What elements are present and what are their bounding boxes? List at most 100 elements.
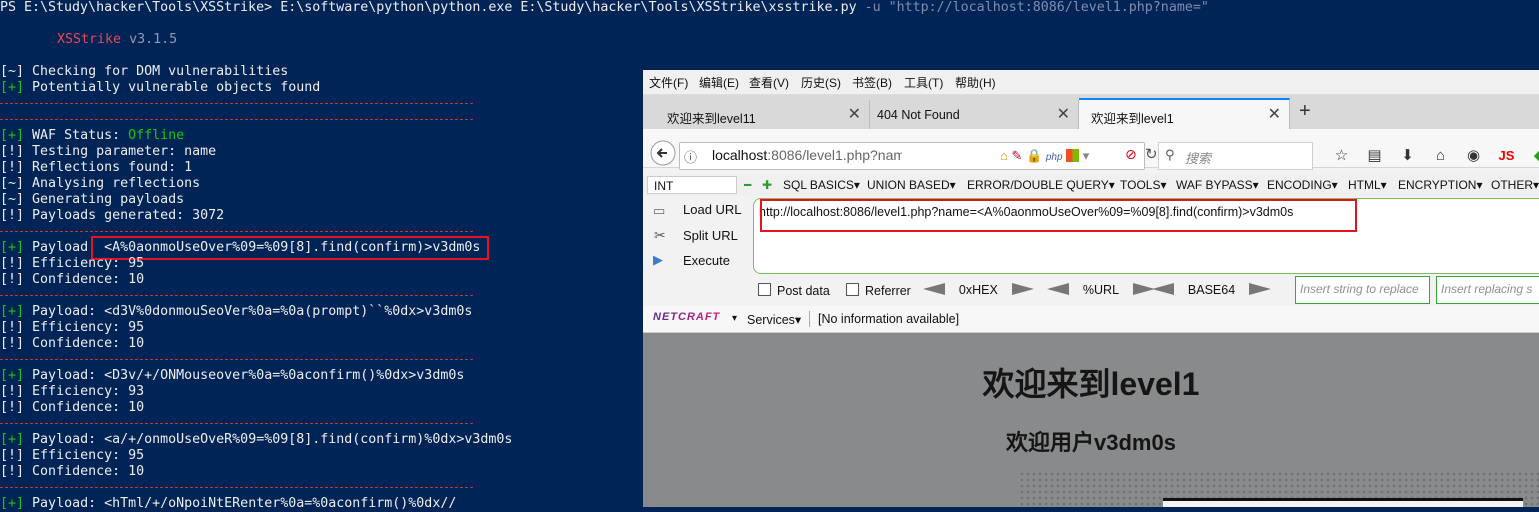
insert-string-input[interactable]: Insert string to replace [1295, 276, 1430, 304]
url-highlight-box [760, 199, 1357, 232]
download-icon[interactable]: ⬇ [1391, 146, 1424, 164]
log-line: [~] Generating payloads [0, 192, 185, 207]
home-button-icon[interactable]: ⌂ [1424, 147, 1457, 164]
netcraft-toolbar: NETCRAFT ▾ Services▾ [No information ava… [643, 306, 1539, 333]
page-heading: 欢迎来到level1 [982, 366, 1200, 402]
menu-help[interactable]: 帮助(H) [955, 74, 996, 91]
url-rest: :8086/level1.php?name=<A [767, 147, 902, 163]
hackbar-menu-tools[interactable]: TOOLS▾ [1120, 178, 1166, 192]
log-line: [+] Potentially vulnerable objects found [0, 80, 321, 95]
tab-level1[interactable]: 欢迎来到level1 ✕ [1079, 98, 1290, 129]
netcraft-logo[interactable]: NETCRAFT [653, 311, 720, 323]
back-icon[interactable] [650, 140, 676, 166]
hackbar-menu-other[interactable]: OTHER▾ [1491, 178, 1539, 192]
xsstrike-banner: XSStrike v3.1.5 [57, 32, 178, 47]
lock-icon[interactable]: 🔒 [1026, 148, 1042, 163]
log-line: [+] WAF Status: Offline [0, 128, 185, 143]
payload-line: [+] Payload: <hTml/+/oNpoiNtERenter%0a=%… [0, 496, 457, 511]
separator [0, 359, 473, 360]
hex-decode-arrow-icon[interactable] [923, 283, 945, 295]
base64-decode-arrow-icon[interactable] [1152, 283, 1174, 295]
hackbar-menu-html[interactable]: HTML▾ [1348, 178, 1387, 192]
log-line: [!] Reflections found: 1 [0, 160, 193, 175]
services-menu[interactable]: Services▾ [747, 312, 801, 327]
separator [0, 119, 473, 120]
url-bar[interactable]: ⓘ localhost:8086/level1.php?name=<A ⌂ ✎ … [679, 142, 1145, 170]
toolbar-icons: ☆▤⬇⌂◉JS◆ [1325, 146, 1539, 164]
confidence-line: [!] Confidence: 10 [0, 400, 145, 415]
close-tab-icon[interactable]: ✕ [848, 104, 861, 124]
hackbar-menu-union[interactable]: UNION BASED▾ [867, 178, 956, 192]
menu-tools[interactable]: 工具(T) [904, 74, 943, 91]
confidence-line: [!] Confidence: 10 [0, 464, 145, 479]
efficiency-line: [!] Efficiency: 95 [0, 448, 145, 463]
extension-icon[interactable]: ◆ [1523, 146, 1539, 164]
dropdown-icon[interactable]: ▾ [1083, 148, 1090, 163]
url-decode-arrow-icon[interactable] [1047, 283, 1069, 295]
reload-icon[interactable]: ↻ [1145, 145, 1158, 163]
reading-list-icon[interactable]: ▤ [1358, 146, 1391, 164]
execute-button[interactable]: Execute [683, 253, 730, 268]
menu-edit[interactable]: 编辑(E) [699, 74, 739, 91]
info-icon[interactable]: ⓘ [684, 147, 697, 166]
tab-bar: 欢迎来到level11 ✕ 404 Not Found ✕ 欢迎来到level1… [643, 95, 1539, 129]
tab-level11[interactable]: 欢迎来到level11 ✕ [655, 100, 870, 129]
divider [809, 311, 810, 327]
windows-icon[interactable] [1066, 149, 1080, 162]
load-url-button[interactable]: Load URL [683, 202, 742, 217]
tab-404[interactable]: 404 Not Found ✕ [869, 100, 1079, 129]
referrer-label: Referrer [865, 284, 911, 298]
close-tab-icon[interactable]: ✕ [1057, 104, 1070, 124]
hackbar-menu-encoding[interactable]: ENCODING▾ [1267, 178, 1338, 192]
hackbar-menu-error[interactable]: ERROR/DOUBLE QUERY▾ [967, 178, 1115, 192]
addon-icon[interactable]: ◉ [1457, 146, 1490, 164]
efficiency-line: [!] Efficiency: 95 [0, 256, 145, 271]
menu-file[interactable]: 文件(F) [649, 74, 688, 91]
new-tab-icon[interactable]: + [1299, 100, 1311, 123]
search-icon: ⚲ [1165, 147, 1175, 162]
base64-encode-arrow-icon[interactable] [1249, 283, 1272, 295]
post-data-checkbox[interactable] [758, 283, 771, 296]
firefox-window: 文件(F) 编辑(E) 查看(V) 历史(S) 书签(B) 工具(T) 帮助(H… [643, 70, 1539, 507]
tab-title: 欢迎来到level1 [1091, 112, 1174, 126]
hackbar-menu-waf[interactable]: WAF BYPASS▾ [1176, 178, 1259, 192]
close-tab-icon[interactable]: ✕ [1268, 104, 1281, 124]
separator [0, 231, 473, 232]
split-url-button[interactable]: Split URL [683, 228, 738, 243]
post-data-option[interactable]: Post data [758, 283, 830, 298]
execute-icon: ▶ [653, 252, 663, 267]
load-url-icon: ▭ [653, 203, 666, 218]
tab-title: 404 Not Found [877, 108, 960, 122]
search-box[interactable]: ⚲ 搜索 [1158, 142, 1313, 170]
bookmark-star-icon[interactable]: ☆ [1325, 146, 1358, 164]
hackbar-menu-encryption[interactable]: ENCRYPTION▾ [1398, 178, 1482, 192]
menu-bar: 文件(F) 编辑(E) 查看(V) 历史(S) 书签(B) 工具(T) 帮助(H… [643, 70, 1539, 95]
page-image [1163, 498, 1523, 507]
menu-view[interactable]: 查看(V) [749, 74, 789, 91]
menu-history[interactable]: 历史(S) [801, 74, 841, 91]
js-icon[interactable]: JS [1490, 148, 1523, 163]
hackbar-menu-sql[interactable]: SQL BASICS▾ [783, 178, 860, 192]
php-icon[interactable]: php [1046, 152, 1063, 163]
separator [0, 423, 473, 424]
pen-icon[interactable]: ✎ [1011, 148, 1022, 163]
hex-label: 0xHEX [958, 283, 998, 297]
netcraft-dropdown-icon[interactable]: ▾ [732, 313, 737, 324]
hex-encode-arrow-icon[interactable] [1011, 283, 1034, 295]
url-encoder: %URL [1047, 283, 1155, 297]
plus-icon[interactable]: ✚ [762, 178, 772, 192]
hex-encoder: 0xHEX [923, 283, 1034, 297]
block-icon[interactable]: ⊘ [1125, 146, 1137, 163]
insert-replacing-input[interactable]: Insert replacing s [1436, 276, 1539, 304]
home-icon[interactable]: ⌂ [1000, 148, 1008, 163]
base64-label: BASE64 [1187, 283, 1236, 297]
hackbar-select[interactable]: INT [647, 176, 737, 194]
referrer-option[interactable]: Referrer [846, 283, 911, 298]
menu-bookmarks[interactable]: 书签(B) [852, 74, 892, 91]
hackbar-menu: INT ━ ✚ SQL BASICS▾ UNION BASED▾ ERROR/D… [643, 174, 1539, 196]
log-line: [~] Analysing reflections [0, 176, 201, 191]
minus-icon[interactable]: ━ [744, 178, 751, 192]
separator [0, 487, 473, 488]
referrer-checkbox[interactable] [846, 283, 859, 296]
separator [0, 103, 473, 104]
